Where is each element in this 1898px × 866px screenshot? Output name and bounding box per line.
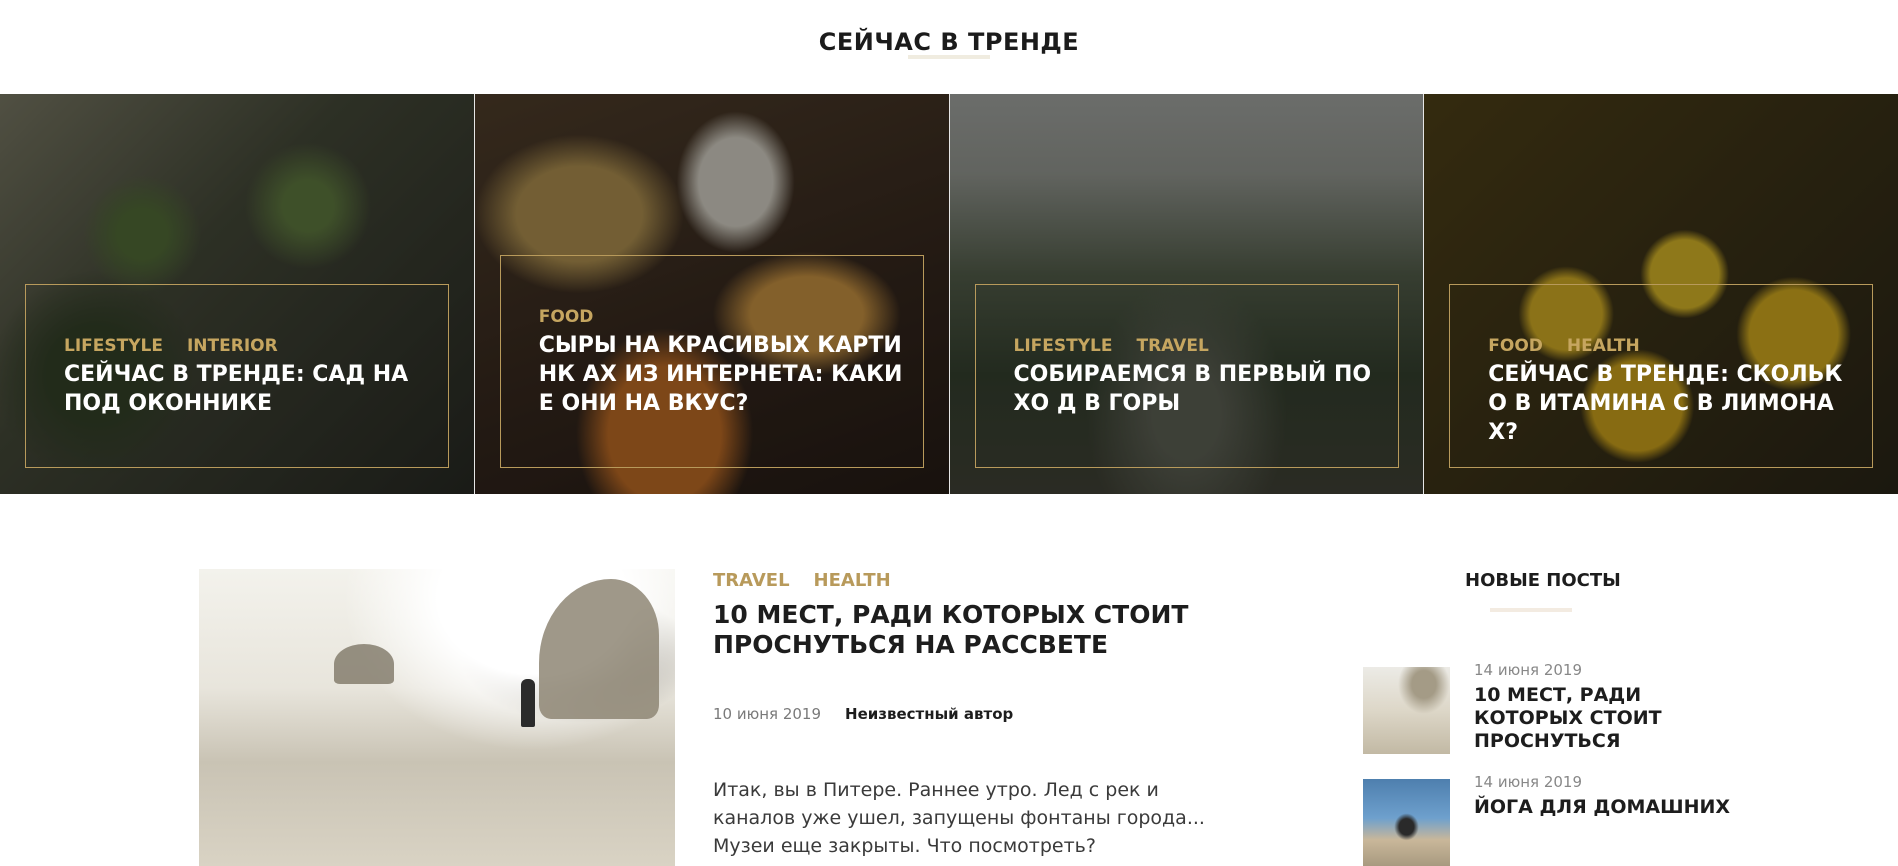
category-link[interactable]: FOOD: [1488, 336, 1543, 356]
card-text: LIFESTYLE INTERIOR СЕЙЧАС В ТРЕНДЕ: САД …: [64, 336, 434, 418]
new-post-title[interactable]: 10 МЕСТ, РАДИ КОТОРЫХ СТОИТ ПРОСНУТЬСЯ: [1474, 684, 1734, 753]
category-link[interactable]: TRAVEL: [1136, 336, 1208, 356]
featured-excerpt: Итак, вы в Питере. Раннее утро. Лед с ре…: [713, 779, 1205, 857]
trending-card[interactable]: LIFESTYLE INTERIOR СЕЙЧАС В ТРЕНДЕ: САД …: [0, 94, 474, 494]
category-link[interactable]: LIFESTYLE: [1014, 336, 1113, 356]
card-categories: LIFESTYLE INTERIOR: [64, 336, 434, 356]
card-text: FOOD СЫРЫ НА КРАСИВЫХ КАРТИНК АХ ИЗ ИНТЕ…: [539, 307, 909, 418]
card-categories: LIFESTYLE TRAVEL: [1014, 336, 1384, 356]
card-title[interactable]: СОБИРАЕМСЯ В ПЕРВЫЙ ПОХО Д В ГОРЫ: [1014, 360, 1384, 418]
category-link[interactable]: FOOD: [539, 307, 594, 327]
image-rock: [334, 644, 394, 684]
section-title: СЕЙЧАС В ТРЕНДЕ: [818, 27, 1080, 56]
image-rock: [539, 579, 659, 719]
category-link[interactable]: INTERIOR: [187, 336, 278, 356]
section-title-underline: [908, 55, 990, 59]
sidebar-title-underline: [1490, 608, 1572, 612]
new-post-date: 14 июня 2019: [1474, 773, 1583, 791]
featured-image[interactable]: [199, 569, 675, 866]
image-person: [521, 679, 535, 727]
category-link[interactable]: HEALTH: [814, 570, 891, 591]
category-link[interactable]: LIFESTYLE: [64, 336, 163, 356]
category-link[interactable]: HEALTH: [1567, 336, 1640, 356]
card-title[interactable]: СЕЙЧАС В ТРЕНДЕ: СКОЛЬКО В ИТАМИНА С В Л…: [1488, 360, 1858, 447]
new-post-date: 14 июня 2019: [1474, 661, 1583, 679]
featured-title[interactable]: 10 МЕСТ, РАДИ КОТОРЫХ СТОИТ ПРОСНУТЬСЯ Н…: [713, 600, 1193, 660]
featured-categories: TRAVEL HEALTH: [713, 570, 891, 591]
sidebar-title: НОВЫЕ ПОСТЫ: [1465, 570, 1621, 591]
card-text: FOOD HEALTH СЕЙЧАС В ТРЕНДЕ: СКОЛЬКО В И…: [1488, 336, 1858, 447]
trending-card[interactable]: LIFESTYLE TRAVEL СОБИРАЕМСЯ В ПЕРВЫЙ ПОХ…: [948, 94, 1424, 494]
card-categories: FOOD HEALTH: [1488, 336, 1858, 356]
trending-card[interactable]: FOOD СЫРЫ НА КРАСИВЫХ КАРТИНК АХ ИЗ ИНТЕ…: [473, 94, 949, 494]
post-date: 10 июня 2019: [713, 705, 822, 723]
new-post-title[interactable]: ЙОГА ДЛЯ ДОМАШНИХ: [1474, 796, 1734, 819]
post-author[interactable]: Неизвестный автор: [845, 705, 1013, 723]
new-post-thumbnail[interactable]: [1363, 667, 1450, 754]
trending-row: LIFESTYLE INTERIOR СЕЙЧАС В ТРЕНДЕ: САД …: [0, 94, 1898, 494]
trending-card[interactable]: FOOD HEALTH СЕЙЧАС В ТРЕНДЕ: СКОЛЬКО В И…: [1423, 94, 1898, 494]
card-text: LIFESTYLE TRAVEL СОБИРАЕМСЯ В ПЕРВЫЙ ПОХ…: [1014, 336, 1384, 418]
card-title[interactable]: СЕЙЧАС В ТРЕНДЕ: САД НА ПОД ОКОННИКЕ: [64, 360, 434, 418]
card-title[interactable]: СЫРЫ НА КРАСИВЫХ КАРТИНК АХ ИЗ ИНТЕРНЕТА…: [539, 331, 909, 418]
category-link[interactable]: TRAVEL: [713, 570, 790, 591]
featured-meta: 10 июня 2019 Неизвестный автор: [713, 705, 1013, 723]
new-post-thumbnail[interactable]: [1363, 779, 1450, 866]
card-categories: FOOD: [539, 307, 909, 327]
